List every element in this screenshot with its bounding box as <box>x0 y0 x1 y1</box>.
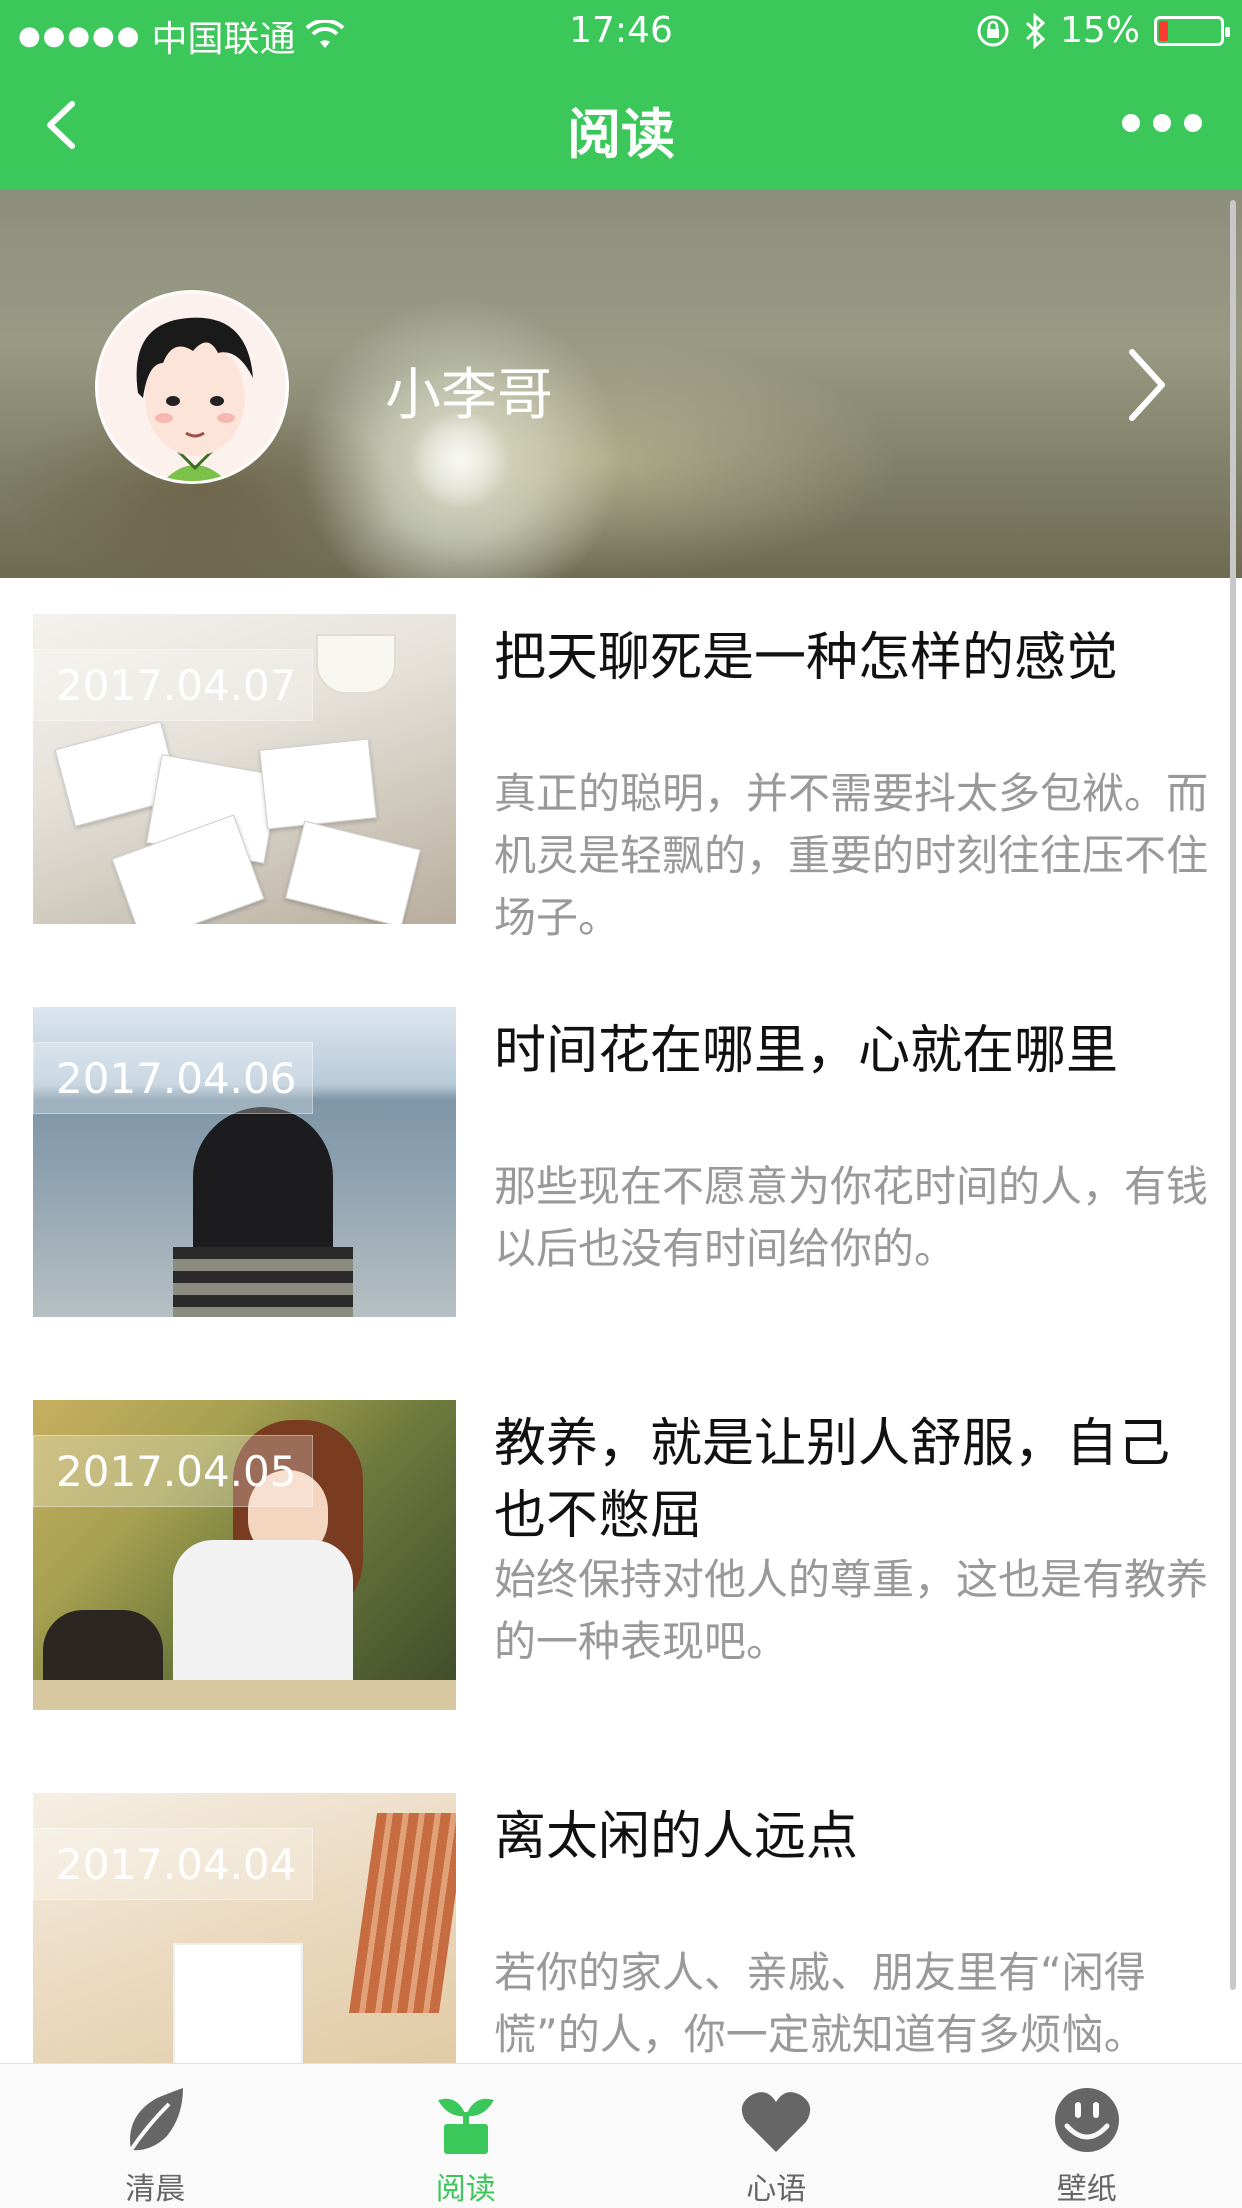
tab-label: 阅读 <box>435 2172 496 2207</box>
rotation-lock-icon <box>977 15 1009 46</box>
shirt-illustration <box>173 1540 353 1700</box>
sprout-icon <box>437 2098 494 2154</box>
article-summary: 那些现在不愿意为你花时间的人，有钱以后也没有时间给你的。 <box>494 1162 1209 1273</box>
cup-illustration <box>316 634 396 694</box>
scrollbar[interactable] <box>1230 200 1236 1990</box>
date-badge: 2017.04.07 <box>33 649 313 721</box>
article-title[interactable]: 时间花在哪里，心就在哪里 <box>494 1015 1214 1087</box>
article-item[interactable]: 2017.04.05 教养，就是让别人舒服，自己也不憋屈 始终保持对他人的尊重，… <box>0 1364 1242 1757</box>
article-thumbnail[interactable]: 2017.04.05 <box>33 1400 456 1710</box>
article-item[interactable]: 2017.04.06 时间花在哪里，心就在哪里 那些现在不愿意为你花时间的人，有… <box>0 971 1242 1364</box>
status-bar: ●●●●● 中国联通 17:46 15% <box>0 0 1242 60</box>
article-item[interactable]: 2017.04.04 离太闲的人远点 若你的家人、亲戚、朋友里有“闲得慌”的人，… <box>0 1757 1242 2063</box>
chevron-right-icon[interactable] <box>1112 340 1182 430</box>
date-badge: 2017.04.06 <box>33 1042 313 1114</box>
tab-heart-words[interactable]: 心语 <box>621 2064 932 2208</box>
profile-banner[interactable]: 小李哥 <box>0 190 1242 578</box>
dot <box>1122 114 1140 132</box>
tab-wallpaper[interactable]: 壁纸 <box>932 2064 1242 2208</box>
page-title: 阅读 <box>567 103 675 166</box>
nav-bar: 阅读 <box>0 60 1242 190</box>
leaf-icon <box>129 2088 184 2152</box>
book-illustration <box>348 1813 456 2013</box>
photo-illustration <box>259 738 377 830</box>
date-badge: 2017.04.05 <box>33 1435 313 1507</box>
article-summary: 始终保持对他人的尊重，这也是有教养的一种表现吧。 <box>494 1555 1209 1666</box>
article-thumbnail[interactable]: 2017.04.07 <box>33 614 456 924</box>
smiley-icon <box>1054 2088 1119 2152</box>
article-item[interactable]: 2017.04.07 把天聊死是一种怎样的感觉 真正的聪明，并不需要抖太多包袱。… <box>0 578 1242 971</box>
battery-level <box>1159 20 1168 41</box>
tab-morning[interactable]: 清晨 <box>0 2064 311 2208</box>
app: { "status_bar": { "carrier": "中国联通", "ti… <box>0 0 1242 2208</box>
more-dots-icon[interactable] <box>1122 98 1202 148</box>
article-summary: 真正的聪明，并不需要抖太多包袱。而机灵是轻飘的，重要的时刻往往压不住场子。 <box>494 769 1209 942</box>
article-title[interactable]: 把天聊死是一种怎样的感觉 <box>494 622 1214 694</box>
battery-percent: 15% <box>1059 10 1140 51</box>
card-illustration <box>173 1943 303 2063</box>
tab-bar: 清晨 阅读 心语 壁纸 <box>0 2063 1242 2208</box>
article-title[interactable]: 教养，就是让别人舒服，自己也不憋屈 <box>494 1408 1214 1552</box>
dot <box>1184 114 1202 132</box>
tab-label: 心语 <box>746 2172 807 2207</box>
article-list: 2017.04.07 把天聊死是一种怎样的感觉 真正的聪明，并不需要抖太多包袱。… <box>0 578 1242 2063</box>
tab-label: 壁纸 <box>1056 2172 1117 2207</box>
article-thumbnail[interactable]: 2017.04.06 <box>33 1007 456 1317</box>
tab-label: 清晨 <box>125 2172 186 2207</box>
article-summary: 若你的家人、亲戚、朋友里有“闲得慌”的人，你一定就知道有多烦恼。 <box>494 1948 1146 2059</box>
table-illustration <box>33 1680 456 1710</box>
battery-icon <box>1154 15 1230 46</box>
status-right: 15% <box>976 10 1230 51</box>
profile-name: 小李哥 <box>385 363 553 428</box>
article-title[interactable]: 离太闲的人远点 <box>494 1801 1214 1873</box>
sweater-illustration <box>173 1247 353 1317</box>
photo-illustration <box>285 820 421 924</box>
dot <box>1153 114 1171 132</box>
heart-icon <box>742 2092 811 2152</box>
tab-reading[interactable]: 阅读 <box>311 2064 622 2208</box>
bluetooth-icon <box>1025 12 1046 49</box>
date-badge: 2017.04.04 <box>33 1828 313 1900</box>
avatar[interactable] <box>95 290 289 484</box>
article-thumbnail[interactable]: 2017.04.04 <box>33 1793 456 2063</box>
avatar-illustration <box>136 317 253 481</box>
